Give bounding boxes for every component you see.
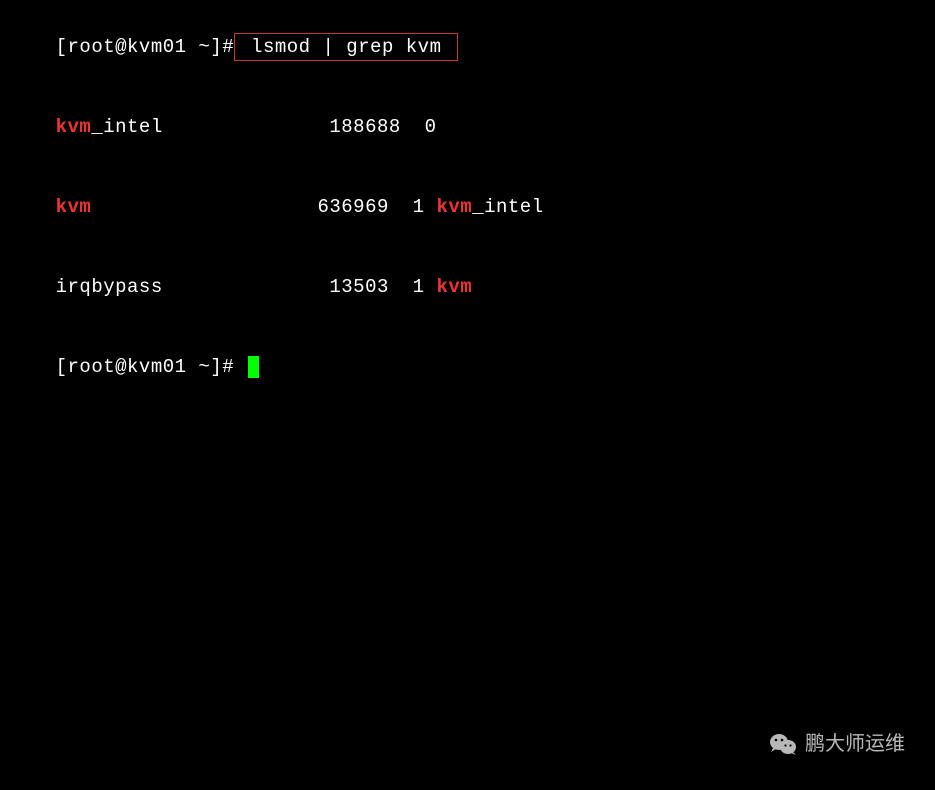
shell-prompt: [root@kvm01 ~]# <box>56 356 246 378</box>
module-stats: 188688 0 <box>163 116 437 138</box>
module-stats: 636969 1 <box>91 196 436 218</box>
dependency-highlight: kvm <box>436 196 472 218</box>
output-line-kvm: kvm 636969 1 kvm_intel <box>8 168 927 248</box>
command-highlight-box: lsmod | grep kvm <box>234 33 458 62</box>
wechat-icon <box>769 732 797 756</box>
module-name-suffix: irqbypass <box>56 276 163 298</box>
dependency-suffix: _intel <box>472 196 543 218</box>
module-name-highlight: kvm <box>56 196 92 218</box>
watermark-text: 鹏大师运维 <box>805 730 905 758</box>
command-text: lsmod | grep kvm <box>239 36 453 58</box>
dependency-highlight: kvm <box>436 276 472 298</box>
output-line-kvm-intel: kvm_intel 188688 0 <box>8 88 927 168</box>
shell-prompt: [root@kvm01 ~]# <box>56 36 235 58</box>
module-name-highlight: kvm <box>56 116 92 138</box>
prompt-line-2: [root@kvm01 ~]# <box>8 327 927 407</box>
terminal-output[interactable]: [root@kvm01 ~]# lsmod | grep kvm kvm_int… <box>8 6 927 407</box>
output-line-irqbypass: irqbypass 13503 1 kvm <box>8 247 927 327</box>
watermark: 鹏大师运维 <box>769 730 905 758</box>
module-stats: 13503 1 <box>163 276 437 298</box>
prompt-line-1: [root@kvm01 ~]# lsmod | grep kvm <box>8 6 927 88</box>
cursor-block <box>248 356 259 378</box>
module-name-suffix: _intel <box>91 116 162 138</box>
